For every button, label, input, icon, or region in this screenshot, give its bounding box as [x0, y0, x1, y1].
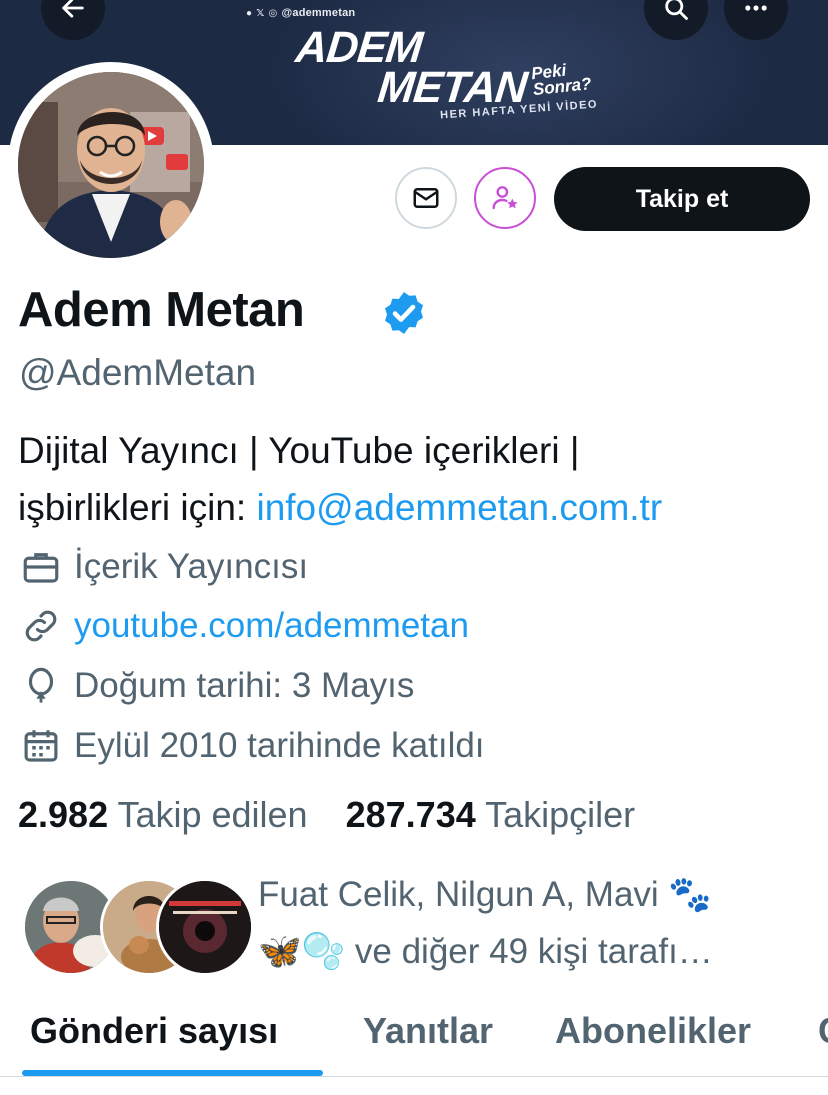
follower-avatar-3	[156, 878, 254, 976]
profile-birthday-row: Doğum tarihi: 3 Mayıs	[20, 666, 414, 706]
instagram-icon: ◎	[268, 8, 278, 19]
following-link[interactable]: 2.982 Takip edilen	[18, 794, 308, 835]
banner-title-second: METAN	[375, 63, 529, 112]
mail-icon	[413, 188, 439, 208]
facebook-icon: ●	[246, 8, 253, 19]
x-logo-icon: 𝕏	[256, 8, 265, 19]
following-count: 2.982	[18, 794, 109, 835]
profile-handle: @AdemMetan	[19, 352, 257, 393]
tab-replies[interactable]: Yanıtlar	[363, 1010, 493, 1052]
arrow-left-icon	[62, 0, 84, 18]
briefcase-icon	[23, 553, 59, 583]
profile-website-row: youtube.com/ademmetan	[20, 606, 469, 646]
bio-line-2: işbirlikleri için: info@ademmetan.com.tr	[18, 479, 818, 536]
followers-label: Takipçiler	[485, 794, 636, 835]
followed-by-text[interactable]: Fuat Celik, Nilgun A, Mavi 🐾 🦋🫧 ve diğer…	[258, 866, 818, 980]
notifications-button[interactable]	[474, 167, 536, 229]
profile-joined: Eylül 2010 tarihinde katıldı	[74, 726, 485, 765]
calendar-icon	[24, 730, 58, 762]
verified-badge-icon	[385, 292, 423, 334]
tabs-divider	[0, 1076, 828, 1077]
banner-social-handle: @ademmetan	[281, 7, 356, 19]
profile-stats: 2.982 Takip edilen 287.734 Takipçiler	[18, 794, 635, 836]
tab-subscriptions[interactable]: Abonelikler	[555, 1010, 751, 1052]
followed-by-line-2: 🦋🫧 ve diğer 49 kişi tarafı…	[258, 932, 713, 971]
followed-by-line-1: Fuat Celik, Nilgun A, Mavi 🐾	[258, 875, 713, 914]
tab-posts[interactable]: Gönderi sayısı	[30, 1010, 278, 1052]
tab-next-partial[interactable]: C	[818, 1010, 828, 1052]
follow-button[interactable]: Takip et	[554, 167, 810, 231]
profile-bio: Dijital Yayıncı | YouTube içerikleri | i…	[18, 422, 818, 536]
banner-title-first: ADEM	[293, 23, 425, 72]
banner-social-line: ● 𝕏 ◎ @ademmetan	[246, 7, 355, 19]
profile-joined-row: Eylül 2010 tarihinde katıldı	[20, 726, 485, 766]
balloon-icon	[28, 667, 54, 703]
profile-website-link[interactable]: youtube.com/ademmetan	[74, 606, 469, 646]
followers-link[interactable]: 287.734 Takipçiler	[346, 794, 636, 835]
bio-prefix: işbirlikleri için:	[18, 487, 257, 528]
following-label: Takip edilen	[117, 794, 308, 835]
profile-avatar[interactable]	[18, 72, 204, 258]
profile-category-row: İçerik Yayıncısı	[20, 547, 308, 587]
profile-tabs: Gönderi sayısı Yanıtlar Abonelikler C	[0, 1000, 828, 1076]
message-button[interactable]	[395, 167, 457, 229]
more-horizontal-icon	[745, 5, 767, 11]
link-icon	[25, 610, 57, 642]
followers-count: 287.734	[345, 794, 476, 835]
avatar-photo	[18, 72, 204, 258]
profile-category: İçerik Yayıncısı	[74, 547, 309, 586]
search-icon	[665, 0, 688, 20]
bio-email-link[interactable]: info@ademmetan.com.tr	[256, 487, 662, 528]
person-star-icon	[492, 186, 518, 210]
profile-name: Adem Metan	[18, 283, 305, 337]
profile-birthday: Doğum tarihi: 3 Mayıs	[74, 666, 415, 705]
bio-line-1: Dijital Yayıncı | YouTube içerikleri |	[18, 430, 580, 471]
